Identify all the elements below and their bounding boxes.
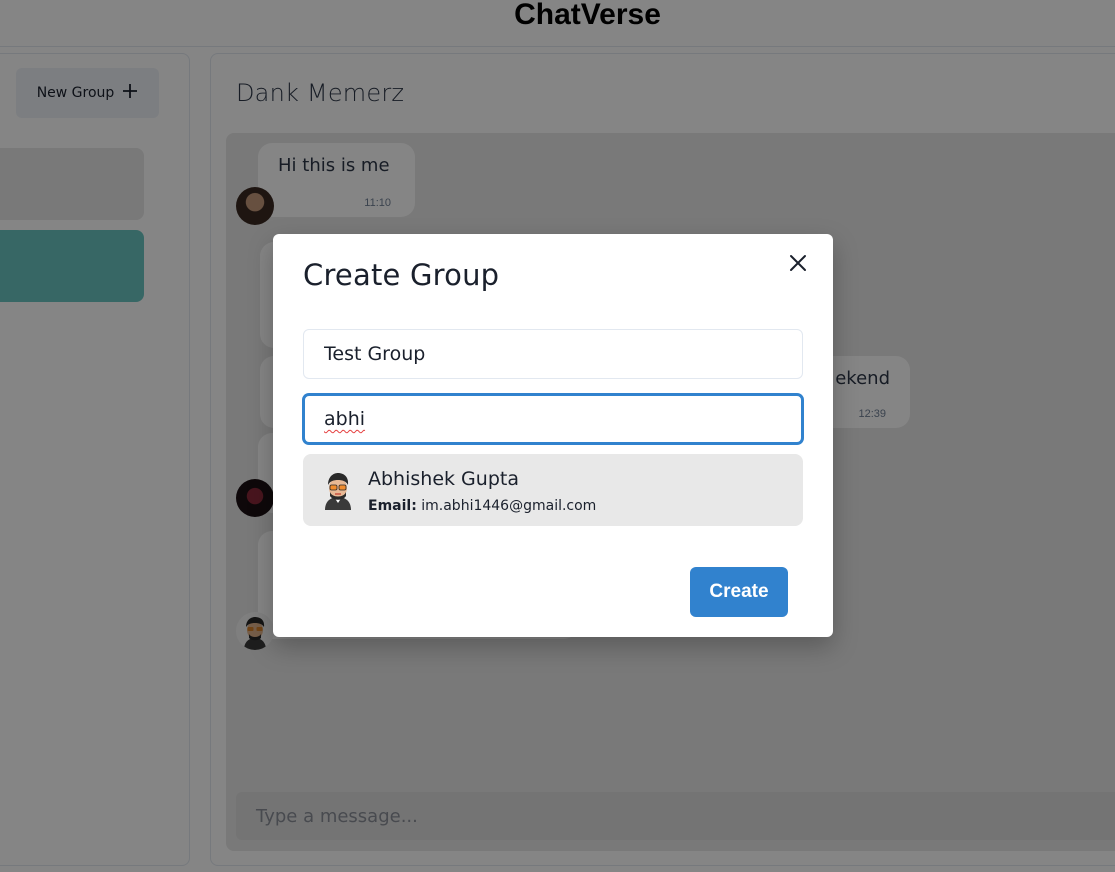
create-button[interactable]: Create bbox=[690, 567, 788, 617]
user-search-input[interactable]: abhi bbox=[303, 394, 803, 444]
group-name-input[interactable] bbox=[303, 329, 803, 379]
create-group-modal: Create Group abhi Abhishek Gupta Email: … bbox=[273, 234, 833, 637]
modal-title: Create Group bbox=[303, 258, 500, 292]
close-button[interactable] bbox=[783, 250, 813, 280]
user-email: Email: im.abhi1446@gmail.com bbox=[368, 498, 596, 514]
user-search-result[interactable]: Abhishek Gupta Email: im.abhi1446@gmail.… bbox=[303, 454, 803, 526]
user-avatar bbox=[319, 470, 357, 510]
close-icon bbox=[789, 254, 807, 277]
email-value: im.abhi1446@gmail.com bbox=[421, 498, 597, 514]
email-label: Email: bbox=[368, 498, 417, 514]
user-name: Abhishek Gupta bbox=[368, 468, 519, 490]
search-input-value: abhi bbox=[324, 408, 366, 430]
